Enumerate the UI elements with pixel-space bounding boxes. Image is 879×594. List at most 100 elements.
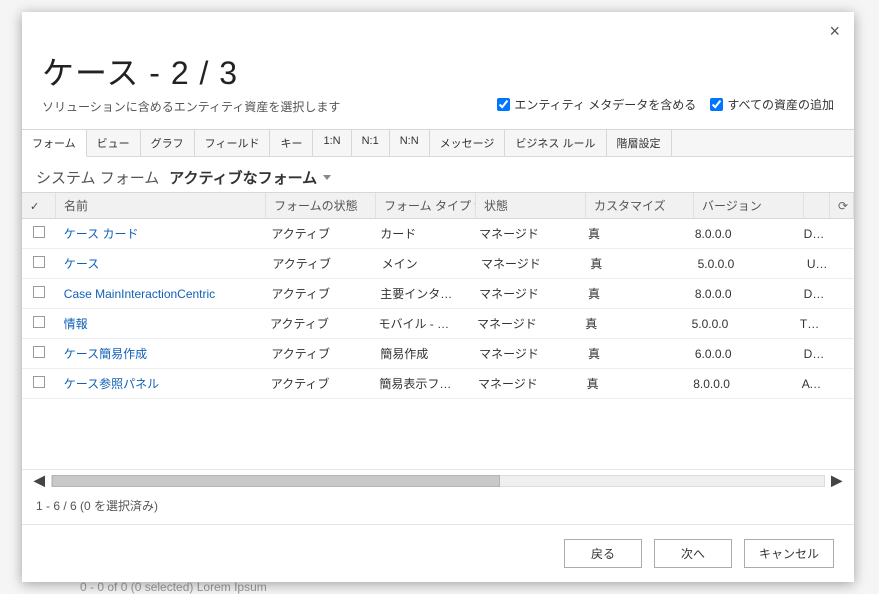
- table-row[interactable]: Case MainInteractionCentric アクティブ主要インタラクシ…: [22, 279, 854, 309]
- row-description: This: [792, 317, 830, 331]
- row-status: マネージド: [471, 285, 580, 302]
- dialog-footer: 戻る 次へ キャンセル: [22, 525, 854, 582]
- checkbox-icon: [33, 256, 45, 268]
- checkbox-icon: [33, 346, 45, 358]
- row-customizable: 真: [579, 375, 686, 392]
- row-checkbox[interactable]: [22, 226, 56, 241]
- col-description[interactable]: [804, 193, 830, 218]
- tab-ビジネス ルール[interactable]: ビジネス ルール: [505, 130, 606, 156]
- col-status[interactable]: 状態: [476, 193, 586, 218]
- header-options: エンティティ メタデータを含める すべての資産の追加: [497, 96, 834, 113]
- tab-フィールド[interactable]: フィールド: [195, 130, 271, 156]
- checkbox-icon: [33, 376, 45, 388]
- row-customizable: 真: [577, 315, 683, 332]
- row-description: Up: [799, 257, 830, 271]
- grid-header: 名前 フォームの状態 フォーム タイプ ↑ 状態 カスタマイズ バージョン ⟳: [22, 193, 854, 219]
- tab-フォーム[interactable]: フォーム: [22, 130, 87, 157]
- row-form-type: カード: [372, 225, 471, 242]
- row-name-link[interactable]: Case MainInteractionCentric: [64, 287, 215, 301]
- row-version: 8.0.0.0: [685, 377, 794, 391]
- view-selector-bar: システム フォーム アクティブなフォーム: [22, 157, 854, 192]
- include-metadata-input[interactable]: [497, 98, 510, 111]
- col-name[interactable]: 名前: [56, 193, 266, 218]
- row-version: 6.0.0.0: [687, 347, 796, 361]
- scroll-thumb[interactable]: [52, 475, 500, 487]
- table-row[interactable]: ケース参照パネルアクティブ簡易表示フォームマネージド真8.0.0.0A fo: [22, 369, 854, 399]
- tab-グラフ[interactable]: グラフ: [141, 130, 195, 156]
- scroll-right-icon[interactable]: ▶: [831, 472, 842, 489]
- table-row[interactable]: ケースアクティブメインマネージド真5.0.0.0Up: [22, 249, 854, 279]
- horizontal-scrollbar[interactable]: ◀ ▶: [22, 469, 854, 491]
- row-description: Def: [796, 287, 830, 301]
- row-form-state: アクティブ: [263, 285, 372, 302]
- row-checkbox[interactable]: [22, 316, 56, 331]
- row-name-link[interactable]: ケース簡易作成: [64, 347, 147, 361]
- checkbox-icon: [33, 316, 45, 328]
- row-customizable: 真: [582, 255, 689, 272]
- row-name-link[interactable]: 情報: [64, 317, 88, 331]
- checkbox-icon: [33, 286, 45, 298]
- next-button[interactable]: 次へ: [654, 539, 732, 568]
- tab-キー[interactable]: キー: [270, 130, 313, 156]
- back-button[interactable]: 戻る: [564, 539, 642, 568]
- tab-メッセージ[interactable]: メッセージ: [430, 130, 506, 156]
- row-customizable: 真: [580, 225, 687, 242]
- row-customizable: 真: [580, 345, 687, 362]
- col-form-type-label: フォーム タイプ: [384, 197, 471, 214]
- row-form-type: メイン: [374, 255, 473, 272]
- refresh-button[interactable]: ⟳: [830, 193, 854, 218]
- view-selector[interactable]: アクティブなフォーム: [169, 167, 331, 188]
- row-form-type: 簡易表示フォーム: [371, 375, 470, 392]
- chevron-down-icon: [323, 175, 331, 180]
- row-status: マネージド: [471, 225, 580, 242]
- row-form-state: アクティブ: [264, 255, 373, 272]
- row-checkbox[interactable]: [22, 286, 56, 301]
- col-form-state[interactable]: フォームの状態: [266, 193, 376, 218]
- row-description: Def: [796, 347, 830, 361]
- include-metadata-label: エンティティ メタデータを含める: [514, 96, 696, 113]
- dialog: × ケース - 2 / 3 ソリューションに含めるエンティティ資産を選択します …: [22, 12, 854, 582]
- row-description: Def: [796, 227, 830, 241]
- table-row[interactable]: ケース簡易作成アクティブ簡易作成マネージド真6.0.0.0Def: [22, 339, 854, 369]
- table-row[interactable]: 情報アクティブモバイル - 高速マネージド真5.0.0.0This: [22, 309, 854, 339]
- cancel-button[interactable]: キャンセル: [744, 539, 834, 568]
- row-name-link[interactable]: ケース参照パネル: [64, 377, 159, 391]
- scroll-track[interactable]: [51, 475, 825, 487]
- row-status: マネージド: [469, 315, 577, 332]
- row-name-link[interactable]: ケース カード: [64, 227, 139, 241]
- table-row[interactable]: ケース カード アクティブカードマネージド真8.0.0.0Def: [22, 219, 854, 249]
- row-form-state: アクティブ: [262, 315, 370, 332]
- tab-ビュー[interactable]: ビュー: [87, 130, 141, 156]
- row-version: 5.0.0.0: [684, 317, 792, 331]
- col-form-type[interactable]: フォーム タイプ ↑: [376, 193, 476, 218]
- close-icon[interactable]: ×: [829, 22, 840, 40]
- include-metadata-checkbox[interactable]: エンティティ メタデータを含める: [497, 96, 696, 113]
- select-all-checkbox[interactable]: [22, 193, 56, 218]
- tab-N:N[interactable]: N:N: [390, 130, 430, 156]
- grid: 名前 フォームの状態 フォーム タイプ ↑ 状態 カスタマイズ バージョン ⟳ …: [22, 192, 854, 525]
- row-form-state: アクティブ: [263, 225, 372, 242]
- row-form-state: アクティブ: [263, 345, 372, 362]
- col-version[interactable]: バージョン: [694, 193, 804, 218]
- add-all-assets-checkbox[interactable]: すべての資産の追加: [710, 96, 834, 113]
- tab-1:N[interactable]: 1:N: [313, 130, 351, 156]
- page-subtitle: ソリューションに含めるエンティティ資産を選択します: [42, 98, 340, 115]
- add-all-assets-input[interactable]: [710, 98, 723, 111]
- row-status: マネージド: [473, 255, 582, 272]
- page-title: ケース - 2 / 3: [42, 48, 834, 94]
- tab-階層設定[interactable]: 階層設定: [607, 130, 672, 156]
- pager-status: 1 - 6 / 6 (0 を選択済み): [22, 491, 854, 525]
- scroll-left-icon[interactable]: ◀: [34, 472, 45, 489]
- row-name-link[interactable]: ケース: [64, 257, 99, 271]
- tab-N:1[interactable]: N:1: [352, 130, 390, 156]
- row-status: マネージド: [471, 345, 580, 362]
- row-version: 8.0.0.0: [687, 227, 796, 241]
- add-all-assets-label: すべての資産の追加: [727, 96, 834, 113]
- row-customizable: 真: [580, 285, 687, 302]
- row-checkbox[interactable]: [22, 346, 56, 361]
- col-customizable[interactable]: カスタマイズ: [586, 193, 694, 218]
- row-checkbox[interactable]: [22, 376, 56, 391]
- row-checkbox[interactable]: [22, 256, 56, 271]
- row-status: マネージド: [470, 375, 579, 392]
- row-form-type: 主要インタラクショ: [372, 285, 471, 302]
